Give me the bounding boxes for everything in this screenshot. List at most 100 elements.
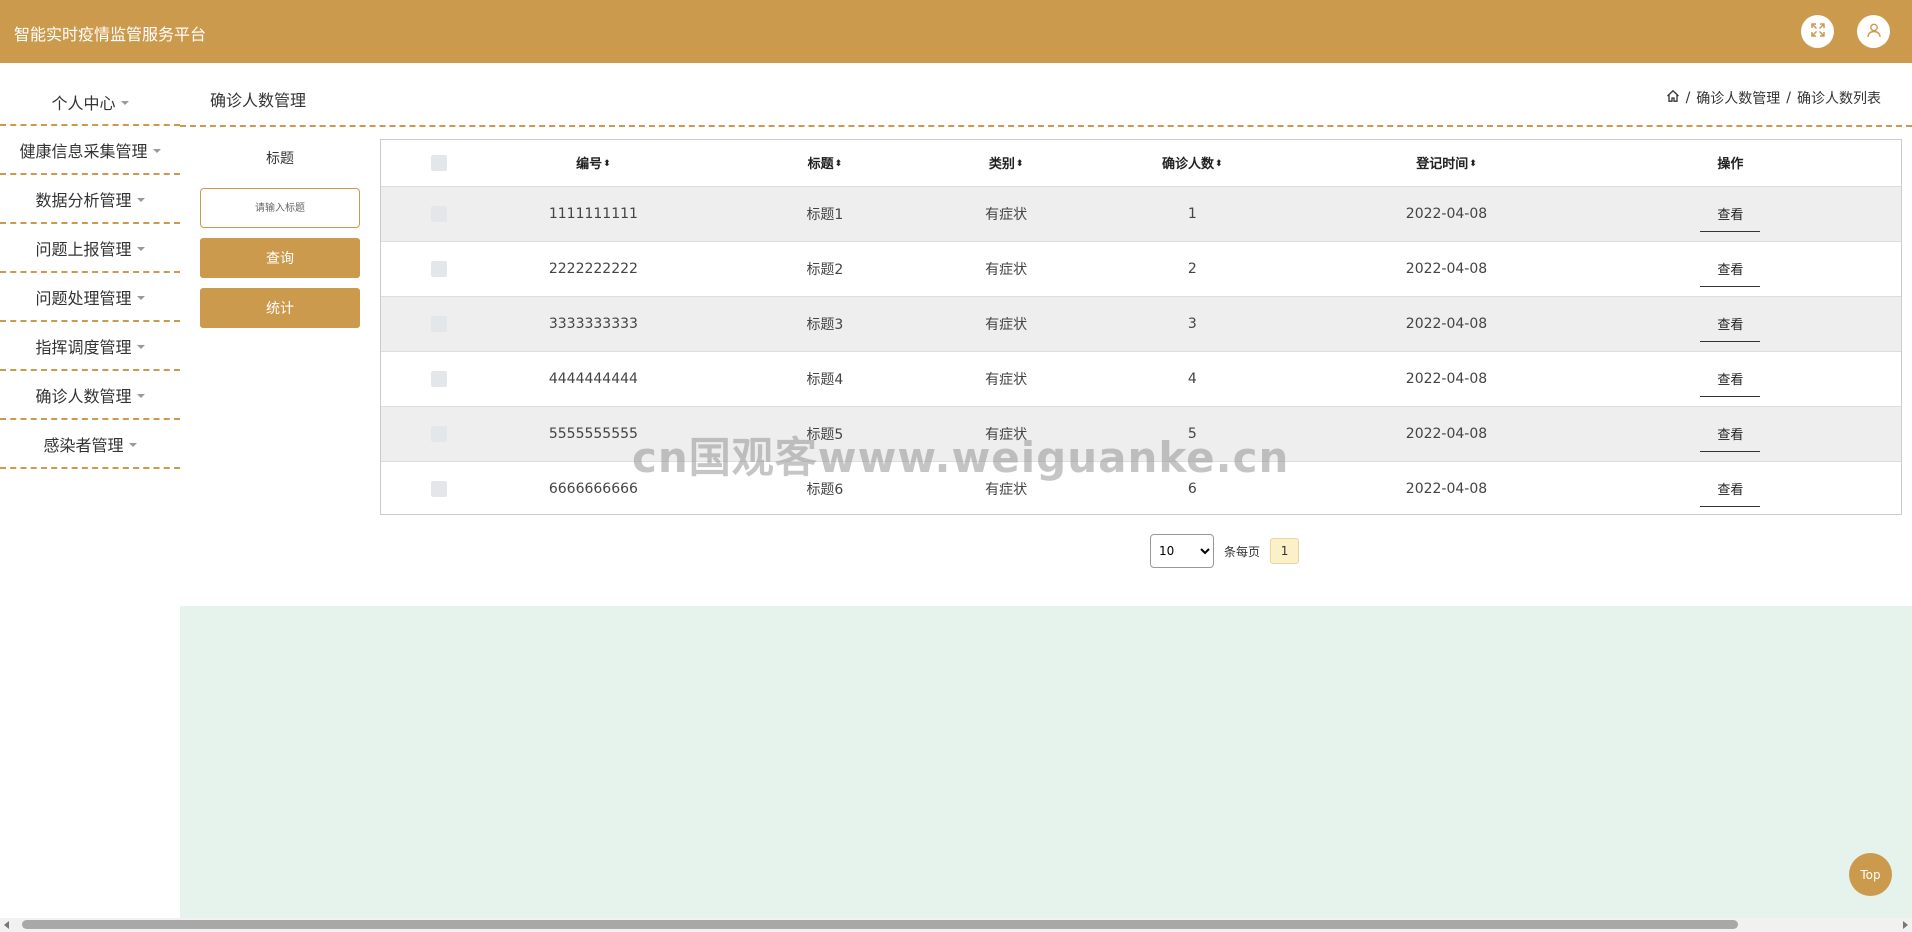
app-header: 智能实时疫情监管服务平台 bbox=[0, 0, 1912, 63]
cell-date: 2022-04-08 bbox=[1405, 480, 1488, 497]
sidebar-item-data-analysis[interactable]: 数据分析管理 bbox=[0, 175, 180, 224]
column-header-id[interactable]: 编号⬍ bbox=[498, 140, 689, 186]
column-header-title[interactable]: 标题⬍ bbox=[689, 140, 961, 186]
cell-id: 4444444444 bbox=[548, 370, 638, 387]
row-checkbox[interactable] bbox=[431, 260, 448, 277]
column-header-action: 操作 bbox=[1717, 157, 1744, 173]
sort-icon: ⬍ bbox=[834, 159, 843, 170]
stats-button[interactable]: 统计 bbox=[200, 288, 360, 328]
row-checkbox[interactable] bbox=[431, 370, 448, 387]
table-row: 3333333333 标题3 有症状 3 2022-04-08 查看 bbox=[381, 296, 1901, 351]
table-header-row: 编号⬍ 标题⬍ 类别⬍ 确诊人数⬍ 登记时间⬍ 操作 bbox=[381, 140, 1901, 186]
fullscreen-button[interactable] bbox=[1801, 15, 1834, 48]
query-button[interactable]: 查询 bbox=[200, 238, 360, 278]
table-row: 2222222222 标题2 有症状 2 2022-04-08 查看 bbox=[381, 241, 1901, 296]
sidebar-item-issue-handling[interactable]: 问题处理管理 bbox=[0, 273, 180, 322]
row-checkbox[interactable] bbox=[431, 205, 448, 222]
table-row: 4444444444 标题4 有症状 4 2022-04-08 查看 bbox=[381, 351, 1901, 406]
table-row: 1111111111 标题1 有症状 1 2022-04-08 查看 bbox=[381, 186, 1901, 241]
view-button[interactable]: 查看 bbox=[1700, 251, 1761, 287]
sidebar-item-issue-report[interactable]: 问题上报管理 bbox=[0, 224, 180, 273]
chevron-down-icon bbox=[152, 148, 161, 153]
cell-category: 有症状 bbox=[985, 261, 1028, 278]
cell-title: 标题3 bbox=[806, 316, 844, 333]
per-page-label: 条每页 bbox=[1224, 544, 1261, 559]
view-button[interactable]: 查看 bbox=[1700, 471, 1761, 507]
page-number-current[interactable]: 1 bbox=[1270, 538, 1300, 564]
horizontal-scrollbar[interactable] bbox=[0, 918, 1912, 932]
page-title: 确诊人数管理 bbox=[210, 91, 307, 110]
column-header-date[interactable]: 登记时间⬍ bbox=[1333, 140, 1559, 186]
content-footer-area bbox=[180, 606, 1912, 918]
chevron-down-icon bbox=[136, 295, 145, 300]
view-button[interactable]: 查看 bbox=[1700, 196, 1761, 232]
view-button[interactable]: 查看 bbox=[1700, 416, 1761, 452]
cell-id: 3333333333 bbox=[548, 315, 638, 332]
cell-id: 2222222222 bbox=[548, 260, 638, 277]
sort-icon: ⬍ bbox=[1215, 159, 1223, 170]
sidebar-item-label: 问题上报管理 bbox=[35, 239, 132, 259]
sidebar-item-infected[interactable]: 感染者管理 bbox=[0, 420, 180, 469]
sidebar-item-personal-center[interactable]: 个人中心 bbox=[0, 77, 180, 126]
back-to-top-button[interactable]: Top bbox=[1849, 853, 1892, 896]
breadcrumb: / 确诊人数管理 / 确诊人数列表 bbox=[1666, 88, 1881, 108]
cell-count: 4 bbox=[1187, 370, 1197, 387]
cell-date: 2022-04-08 bbox=[1405, 370, 1488, 387]
user-button[interactable] bbox=[1857, 15, 1890, 48]
view-button[interactable]: 查看 bbox=[1700, 361, 1761, 397]
scroll-left-icon[interactable] bbox=[4, 921, 9, 929]
breadcrumb-item-list: 确诊人数列表 bbox=[1797, 91, 1881, 107]
cell-title: 标题2 bbox=[806, 261, 844, 278]
cell-category: 有症状 bbox=[985, 316, 1028, 333]
page-topbar: 确诊人数管理 / 确诊人数管理 / 确诊人数列表 bbox=[180, 63, 1912, 127]
sort-icon: ⬍ bbox=[603, 159, 611, 170]
sidebar-item-confirmed-cases[interactable]: 确诊人数管理 bbox=[0, 371, 180, 420]
row-checkbox[interactable] bbox=[431, 315, 448, 332]
cell-count: 2 bbox=[1187, 260, 1197, 277]
user-icon bbox=[1866, 22, 1882, 42]
scrollbar-thumb[interactable] bbox=[22, 920, 1738, 929]
sidebar-item-label: 健康信息采集管理 bbox=[19, 141, 148, 161]
sidebar-item-label: 问题处理管理 bbox=[35, 288, 132, 308]
column-header-category[interactable]: 类别⬍ bbox=[961, 140, 1052, 186]
view-button[interactable]: 查看 bbox=[1700, 306, 1761, 342]
sidebar-item-label: 确诊人数管理 bbox=[35, 386, 132, 406]
cell-date: 2022-04-08 bbox=[1405, 315, 1488, 332]
row-checkbox[interactable] bbox=[431, 425, 448, 442]
cell-date: 2022-04-08 bbox=[1405, 260, 1488, 277]
page-size-select[interactable]: 10 bbox=[1150, 534, 1214, 568]
cell-date: 2022-04-08 bbox=[1405, 425, 1488, 442]
breadcrumb-item-manage[interactable]: 确诊人数管理 bbox=[1696, 88, 1780, 108]
breadcrumb-separator: / bbox=[1786, 90, 1791, 106]
scroll-right-icon[interactable] bbox=[1903, 921, 1908, 929]
chevron-down-icon bbox=[120, 100, 129, 105]
sidebar-item-label: 个人中心 bbox=[51, 93, 116, 113]
sidebar: 个人中心 健康信息采集管理 数据分析管理 问题上报管理 问题处理管理 指挥调度管… bbox=[0, 63, 180, 932]
pagination: 10 条每页 1 bbox=[1150, 534, 1300, 568]
cell-count: 3 bbox=[1187, 315, 1197, 332]
sidebar-item-health-info[interactable]: 健康信息采集管理 bbox=[0, 126, 180, 175]
row-checkbox[interactable] bbox=[431, 480, 448, 497]
chevron-down-icon bbox=[136, 344, 145, 349]
search-label: 标题 bbox=[266, 151, 294, 167]
sort-icon: ⬍ bbox=[1469, 159, 1477, 170]
chevron-down-icon bbox=[136, 197, 145, 202]
cell-category: 有症状 bbox=[985, 206, 1028, 223]
watermark: cn国观客www.weiguanke.cn bbox=[632, 433, 1290, 482]
chevron-down-icon bbox=[136, 246, 145, 251]
breadcrumb-separator: / bbox=[1685, 90, 1691, 106]
chevron-down-icon bbox=[128, 442, 137, 447]
search-input[interactable] bbox=[200, 188, 360, 228]
sidebar-item-dispatch[interactable]: 指挥调度管理 bbox=[0, 322, 180, 371]
home-icon[interactable] bbox=[1666, 89, 1680, 107]
sidebar-item-label: 指挥调度管理 bbox=[35, 337, 132, 357]
select-all-checkbox[interactable] bbox=[431, 154, 448, 171]
cell-id: 1111111111 bbox=[548, 205, 638, 222]
column-header-count[interactable]: 确诊人数⬍ bbox=[1051, 140, 1333, 186]
sort-icon: ⬍ bbox=[1015, 159, 1024, 170]
sidebar-divider bbox=[0, 124, 180, 126]
sidebar-item-label: 数据分析管理 bbox=[35, 190, 132, 210]
app-title: 智能实时疫情监管服务平台 bbox=[14, 25, 207, 44]
cell-title: 标题4 bbox=[806, 371, 844, 388]
cell-count: 1 bbox=[1187, 205, 1197, 222]
